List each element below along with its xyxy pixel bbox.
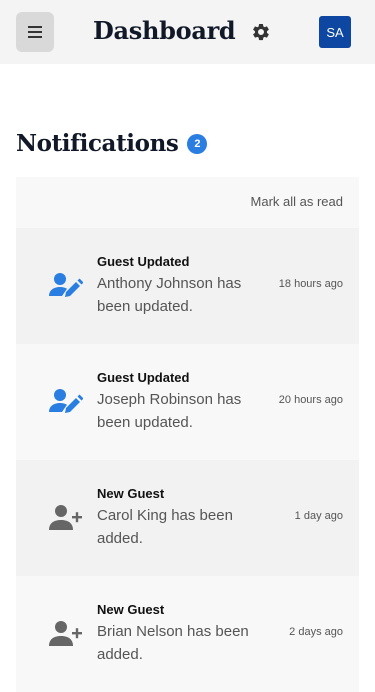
user-add-icon: [49, 505, 82, 530]
user-edit-icon: [49, 389, 83, 413]
notification-heading: New Guest: [97, 602, 165, 617]
notifications-header: Notifications 2: [16, 130, 208, 157]
notifications-panel: Mark all as read Guest Updated Anthony J…: [16, 177, 359, 692]
hamburger-icon: [28, 26, 42, 38]
notification-item[interactable]: Guest Updated Joseph Robinson has been u…: [16, 344, 359, 460]
notification-text: Brian Nelson has been added.: [97, 623, 249, 663]
notification-time: 20 hours ago: [278, 394, 343, 406]
app-title: Dashboard: [93, 16, 236, 45]
notification-text: Anthony Johnson has been updated.: [97, 275, 242, 315]
notifications-panel-header: Mark all as read: [16, 177, 359, 228]
menu-button[interactable]: [16, 12, 54, 52]
top-bar: Dashboard SA: [0, 0, 375, 64]
settings-button[interactable]: [250, 21, 272, 43]
notification-time: 18 hours ago: [278, 278, 343, 290]
notification-heading: Guest Updated: [97, 370, 190, 385]
notification-item[interactable]: Guest Updated Anthony Johnson has been u…: [16, 228, 359, 344]
notification-time: 1 day ago: [294, 510, 343, 522]
notification-item[interactable]: New Guest Brian Nelson has been added. 2…: [16, 576, 359, 692]
notification-text: Carol King has been added.: [97, 507, 233, 547]
notification-text: Joseph Robinson has been updated.: [97, 391, 242, 431]
mark-all-read-link[interactable]: Mark all as read: [251, 194, 343, 209]
notification-heading: Guest Updated: [97, 254, 190, 269]
notification-item[interactable]: New Guest Carol King has been added. 1 d…: [16, 460, 359, 576]
gear-icon: [253, 23, 269, 41]
notification-time: 2 days ago: [289, 626, 343, 638]
user-avatar[interactable]: SA: [319, 16, 351, 48]
notifications-title: Notifications: [16, 130, 179, 157]
user-add-icon: [49, 621, 82, 646]
user-edit-icon: [49, 273, 83, 297]
notification-count-badge: 2: [187, 133, 208, 154]
notification-heading: New Guest: [97, 486, 165, 501]
